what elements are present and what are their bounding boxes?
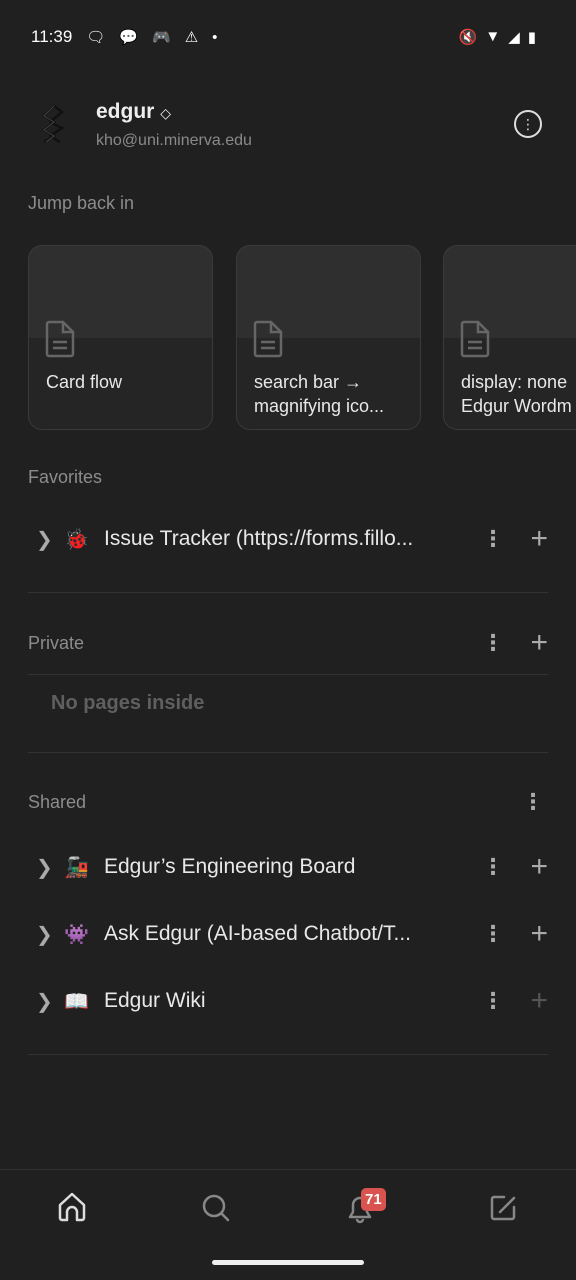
chevron-right-icon[interactable]: ❯ — [28, 989, 64, 1014]
divider — [28, 752, 548, 753]
search-icon[interactable] — [196, 1188, 236, 1228]
more-icon[interactable]: ⋮ — [478, 632, 508, 654]
section-jump-back-in: Jump back in — [28, 193, 135, 213]
recent-card[interactable]: display: none Edgur Wordm — [443, 245, 576, 430]
chevron-right-icon[interactable]: ❯ — [28, 527, 64, 552]
page-title: Ask Edgur (AI-based Chatbot/T... — [104, 922, 411, 945]
add-icon[interactable]: + — [508, 919, 548, 949]
list-item[interactable]: ❯ 📖 Edgur Wiki ⋮ + — [28, 976, 548, 1026]
add-icon[interactable]: + — [508, 852, 548, 882]
divider — [28, 592, 548, 593]
more-icon[interactable]: ⋮ — [518, 791, 548, 813]
divider — [28, 1054, 548, 1055]
messages-icon: 💬 — [119, 29, 139, 46]
chevron-up-down-icon: ◇ — [160, 105, 171, 121]
list-item[interactable]: ❯ 🐞 Issue Tracker (https://forms.fillo..… — [28, 514, 548, 564]
page-title: Issue Tracker (https://forms.fillo... — [104, 527, 414, 550]
chevron-right-icon[interactable]: ❯ — [28, 922, 64, 947]
card-title: display: none Edgur Wordm — [461, 372, 572, 416]
notification-badge: 71 — [361, 1188, 386, 1211]
page-emoji: 🐞 — [64, 528, 89, 551]
workspace-name: edgur — [96, 100, 155, 123]
section-shared: Shared — [28, 791, 87, 812]
new-page-icon[interactable] — [484, 1188, 524, 1228]
list-item[interactable]: ❯ 🚂 Edgur’s Engineering Board ⋮ + — [28, 842, 548, 892]
page-title: Edgur’s Engineering Board — [104, 855, 356, 878]
mute-icon: 🔇 — [458, 29, 478, 46]
dot-icon: • — [212, 28, 218, 46]
card-title: search bar → magnifying ico... — [254, 372, 385, 416]
more-options-icon[interactable]: ⋮ — [514, 110, 542, 138]
home-gesture-bar[interactable] — [212, 1260, 364, 1265]
workspace-email: kho@uni.minerva.edu — [96, 132, 252, 149]
warning-icon: ⚠ — [184, 29, 199, 46]
list-item[interactable]: ❯ 👾 Ask Edgur (AI-based Chatbot/T... ⋮ + — [28, 909, 548, 959]
battery-icon: ▮ — [527, 29, 536, 46]
section-shared-header: Shared ⋮ — [28, 777, 548, 827]
section-favorites: Favorites — [28, 467, 103, 487]
workspace-switcher[interactable]: edgur ◇ — [96, 100, 171, 124]
more-icon[interactable]: ⋮ — [478, 990, 508, 1012]
section-private-header: Private ⋮ + — [28, 618, 548, 668]
home-icon[interactable] — [52, 1188, 92, 1228]
page-icon — [253, 320, 283, 358]
page-icon — [460, 320, 490, 358]
clock: 11:39 — [31, 27, 73, 46]
more-icon[interactable]: ⋮ — [478, 923, 508, 945]
page-icon — [45, 320, 75, 358]
status-bar: 11:39 🗨 💬 🎮 ⚠ • 🔇 ▼ ◢ ▮ — [31, 24, 536, 50]
page-title: Edgur Wiki — [104, 989, 206, 1012]
empty-state: No pages inside — [51, 692, 205, 714]
recent-card[interactable]: search bar → magnifying ico... — [236, 245, 421, 430]
add-icon[interactable]: + — [508, 986, 548, 1016]
card-title: Card flow — [46, 372, 123, 392]
divider — [28, 674, 548, 675]
add-icon[interactable]: + — [508, 628, 548, 658]
page-emoji: 📖 — [64, 990, 89, 1013]
recent-card[interactable]: Card flow — [28, 245, 213, 430]
signal-icon: ◢ — [508, 29, 520, 46]
page-emoji: 👾 — [64, 923, 89, 946]
discord-icon: 🎮 — [152, 29, 171, 46]
more-icon[interactable]: ⋮ — [478, 856, 508, 878]
add-icon[interactable]: + — [508, 524, 548, 554]
chevron-right-icon[interactable]: ❯ — [28, 855, 64, 880]
wifi-icon: ▼ — [485, 28, 501, 45]
page-emoji: 🚂 — [64, 856, 89, 879]
section-private: Private — [28, 632, 85, 653]
chat-bubble-icon: 🗨 — [86, 29, 106, 46]
more-icon[interactable]: ⋮ — [478, 528, 508, 550]
workspace-logo-icon[interactable] — [40, 102, 72, 146]
